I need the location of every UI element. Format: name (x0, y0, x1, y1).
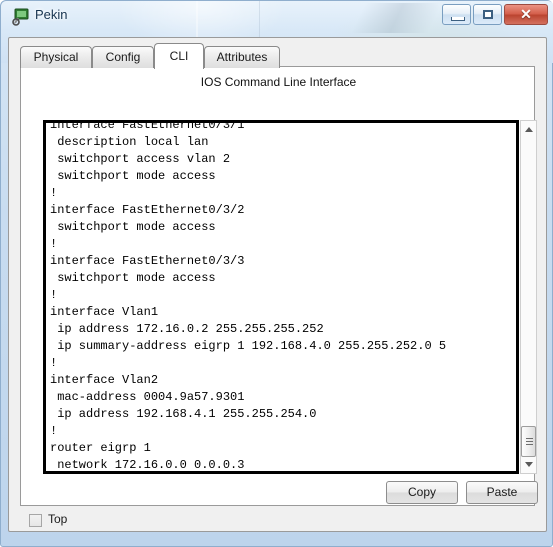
scrollbar-thumb[interactable] (521, 426, 536, 457)
cli-terminal[interactable]: interface FastEthernet0/3/1 description … (43, 120, 519, 474)
device-window: Pekin ✕ Physical Config CLI Attributes I… (0, 0, 553, 547)
tab-attributes-label: Attributes (216, 50, 268, 64)
tab-config-label: Config (105, 50, 141, 64)
close-icon: ✕ (520, 6, 532, 22)
cli-scrollbar[interactable] (520, 120, 537, 474)
cli-terminal-text: interface FastEthernet0/3/1 description … (50, 120, 447, 472)
scroll-up-icon[interactable] (521, 121, 536, 137)
minimize-button[interactable] (442, 4, 471, 25)
tab-physical-label: Physical (33, 50, 79, 64)
tab-cli[interactable]: CLI (154, 43, 204, 69)
panel-heading: IOS Command Line Interface (200, 75, 357, 89)
maximize-button[interactable] (473, 4, 502, 25)
top-checkbox-label: Top (48, 512, 68, 526)
scrollbar-grip-icon (526, 438, 533, 445)
dialog-client-area: Physical Config CLI Attributes IOS Comma… (8, 37, 547, 532)
copy-button-label: Copy (407, 485, 436, 499)
title-bar: Pekin ✕ (1, 1, 553, 33)
paste-button-label: Paste (486, 485, 518, 499)
close-button[interactable]: ✕ (504, 4, 548, 25)
minimize-icon (451, 17, 465, 21)
window-title: Pekin (35, 7, 68, 22)
packet-tracer-device-icon (12, 8, 29, 26)
maximize-icon (483, 10, 493, 19)
tab-cli-label: CLI (169, 49, 189, 63)
paste-button[interactable]: Paste (466, 481, 538, 504)
tab-config[interactable]: Config (92, 46, 154, 68)
copy-button[interactable]: Copy (386, 481, 458, 504)
tab-physical[interactable]: Physical (20, 46, 92, 68)
scroll-down-icon[interactable] (521, 457, 536, 473)
top-checkbox[interactable] (29, 514, 42, 527)
tab-attributes[interactable]: Attributes (204, 46, 280, 68)
cli-tab-panel: IOS Command Line Interface interface Fas… (20, 66, 538, 506)
